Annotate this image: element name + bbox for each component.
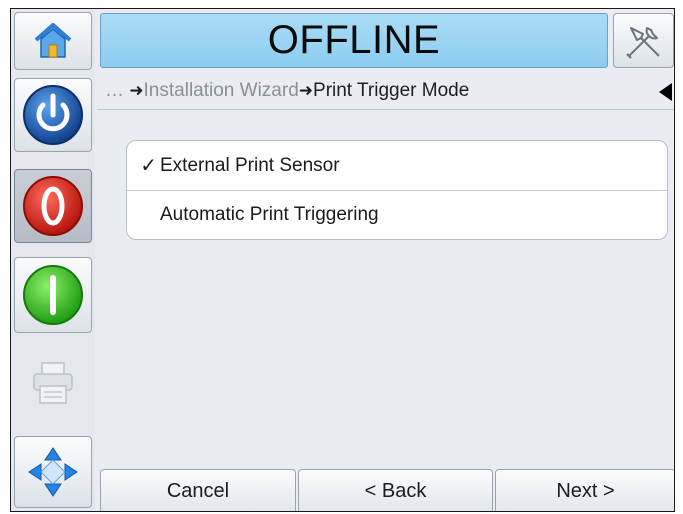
next-button[interactable]: Next > bbox=[495, 469, 674, 511]
next-label: Next > bbox=[556, 480, 615, 502]
checkmark-icon: ✓ bbox=[140, 155, 157, 177]
left-sidebar bbox=[11, 9, 95, 511]
stop-button[interactable] bbox=[14, 169, 92, 243]
tools-button[interactable] bbox=[613, 13, 674, 68]
option-label: External Print Sensor bbox=[160, 154, 340, 176]
navigate-button[interactable] bbox=[14, 436, 92, 508]
navigate-icon bbox=[28, 447, 78, 497]
option-list: ✓ External Print Sensor Automatic Print … bbox=[126, 140, 668, 240]
option-automatic-print-triggering[interactable]: Automatic Print Triggering bbox=[127, 190, 667, 239]
stop-icon bbox=[23, 176, 83, 236]
home-icon bbox=[34, 23, 72, 58]
printer-icon bbox=[33, 362, 73, 404]
breadcrumb-arrow: ➜ bbox=[129, 81, 144, 100]
breadcrumb-ellipsis[interactable]: … bbox=[105, 80, 124, 101]
power-button[interactable] bbox=[14, 78, 92, 152]
back-label: < Back bbox=[364, 480, 427, 502]
cancel-button[interactable]: Cancel bbox=[100, 469, 296, 511]
option-external-print-sensor[interactable]: ✓ External Print Sensor bbox=[127, 141, 667, 190]
tools-icon bbox=[625, 26, 660, 59]
start-button[interactable] bbox=[14, 257, 92, 333]
status-text: OFFLINE bbox=[267, 18, 441, 62]
option-label: Automatic Print Triggering bbox=[160, 204, 379, 225]
breadcrumb-arrow: ➜ bbox=[298, 81, 314, 100]
print-button[interactable] bbox=[14, 347, 92, 419]
status-banner: OFFLINE bbox=[100, 13, 608, 68]
main-content: ✓ External Print Sensor Automatic Print … bbox=[97, 110, 674, 466]
footer-bar: Cancel < Back Next > bbox=[97, 469, 674, 511]
cancel-label: Cancel bbox=[166, 480, 230, 502]
breadcrumb-current: Print Trigger Mode bbox=[313, 80, 470, 101]
back-button[interactable]: < Back bbox=[298, 469, 493, 511]
app-frame: OFFLINE … ➜Installation Wizard➜Print Tri… bbox=[10, 8, 675, 512]
breadcrumb: … ➜Installation Wizard➜Print Trigger Mod… bbox=[97, 73, 674, 110]
home-button[interactable] bbox=[14, 12, 92, 70]
breadcrumb-installation-wizard[interactable]: Installation Wizard bbox=[144, 80, 299, 101]
start-icon bbox=[23, 265, 83, 325]
power-icon bbox=[23, 85, 83, 145]
back-arrow-icon[interactable] bbox=[659, 83, 672, 101]
